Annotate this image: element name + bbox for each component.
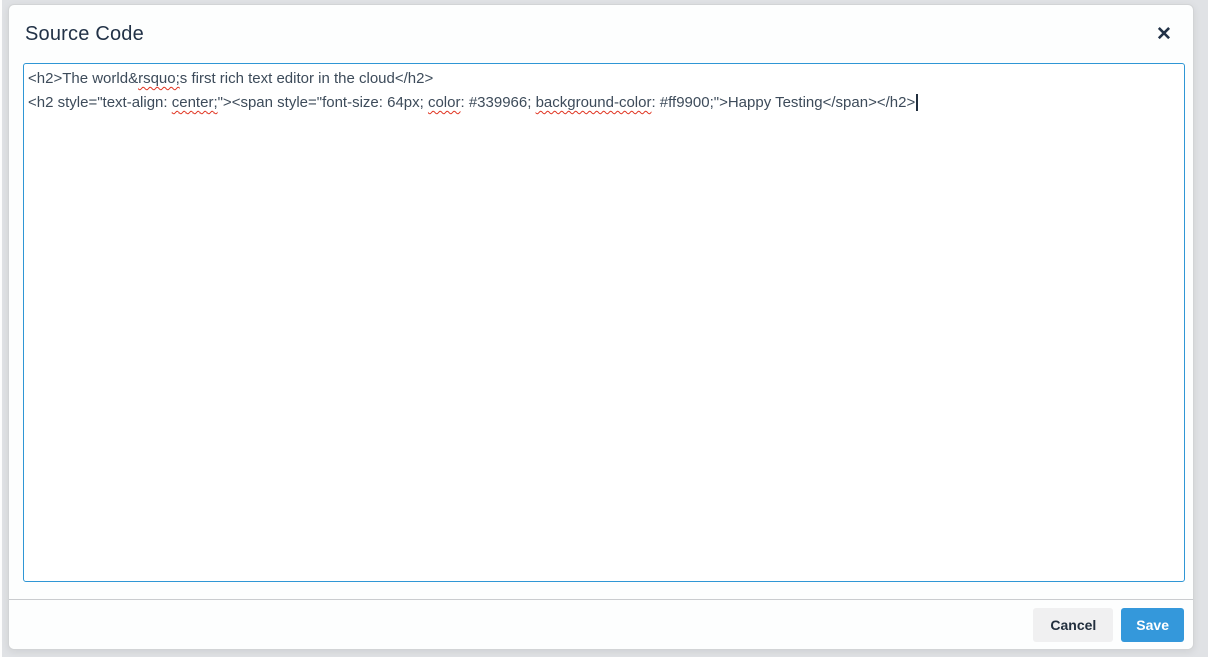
dialog-header: Source Code ✕ xyxy=(9,5,1193,63)
dialog-title: Source Code xyxy=(25,22,144,45)
code-line: <h2 style="text-align: center;"><span st… xyxy=(28,91,1180,115)
code-text: : #339966; xyxy=(460,94,536,111)
close-icon: ✕ xyxy=(1156,23,1172,45)
close-button[interactable]: ✕ xyxy=(1147,17,1181,51)
misspelled-code-text: color xyxy=(427,94,461,111)
cancel-button[interactable]: Cancel xyxy=(1033,607,1114,642)
misspelled-code-text: background-color xyxy=(535,94,652,111)
source-code-textarea[interactable]: <h2>The world&rsquo;s first rich text ed… xyxy=(23,63,1185,582)
code-text: <h2 style="text-align: xyxy=(28,94,172,111)
misspelled-code-text: rsquo; xyxy=(138,70,180,87)
dialog-footer: Cancel Save xyxy=(9,599,1193,649)
save-button[interactable]: Save xyxy=(1121,607,1184,642)
code-text: "><span style="font-size: 64px; xyxy=(217,94,428,111)
code-text: <h2>The world& xyxy=(28,70,139,87)
code-text: s first rich text editor in the cloud</h… xyxy=(179,70,434,87)
dialog-body: <h2>The world&rsquo;s first rich text ed… xyxy=(9,63,1193,599)
text-caret xyxy=(916,94,918,111)
code-line: <h2>The world&rsquo;s first rich text ed… xyxy=(28,67,1180,91)
page-background: Source Code ✕ <h2>The world&rsquo;s firs… xyxy=(0,0,1208,657)
source-code-dialog: Source Code ✕ <h2>The world&rsquo;s firs… xyxy=(8,4,1194,650)
code-text: : #ff9900;">Happy Testing</span></h2> xyxy=(651,94,916,111)
misspelled-code-text: center; xyxy=(171,94,218,111)
